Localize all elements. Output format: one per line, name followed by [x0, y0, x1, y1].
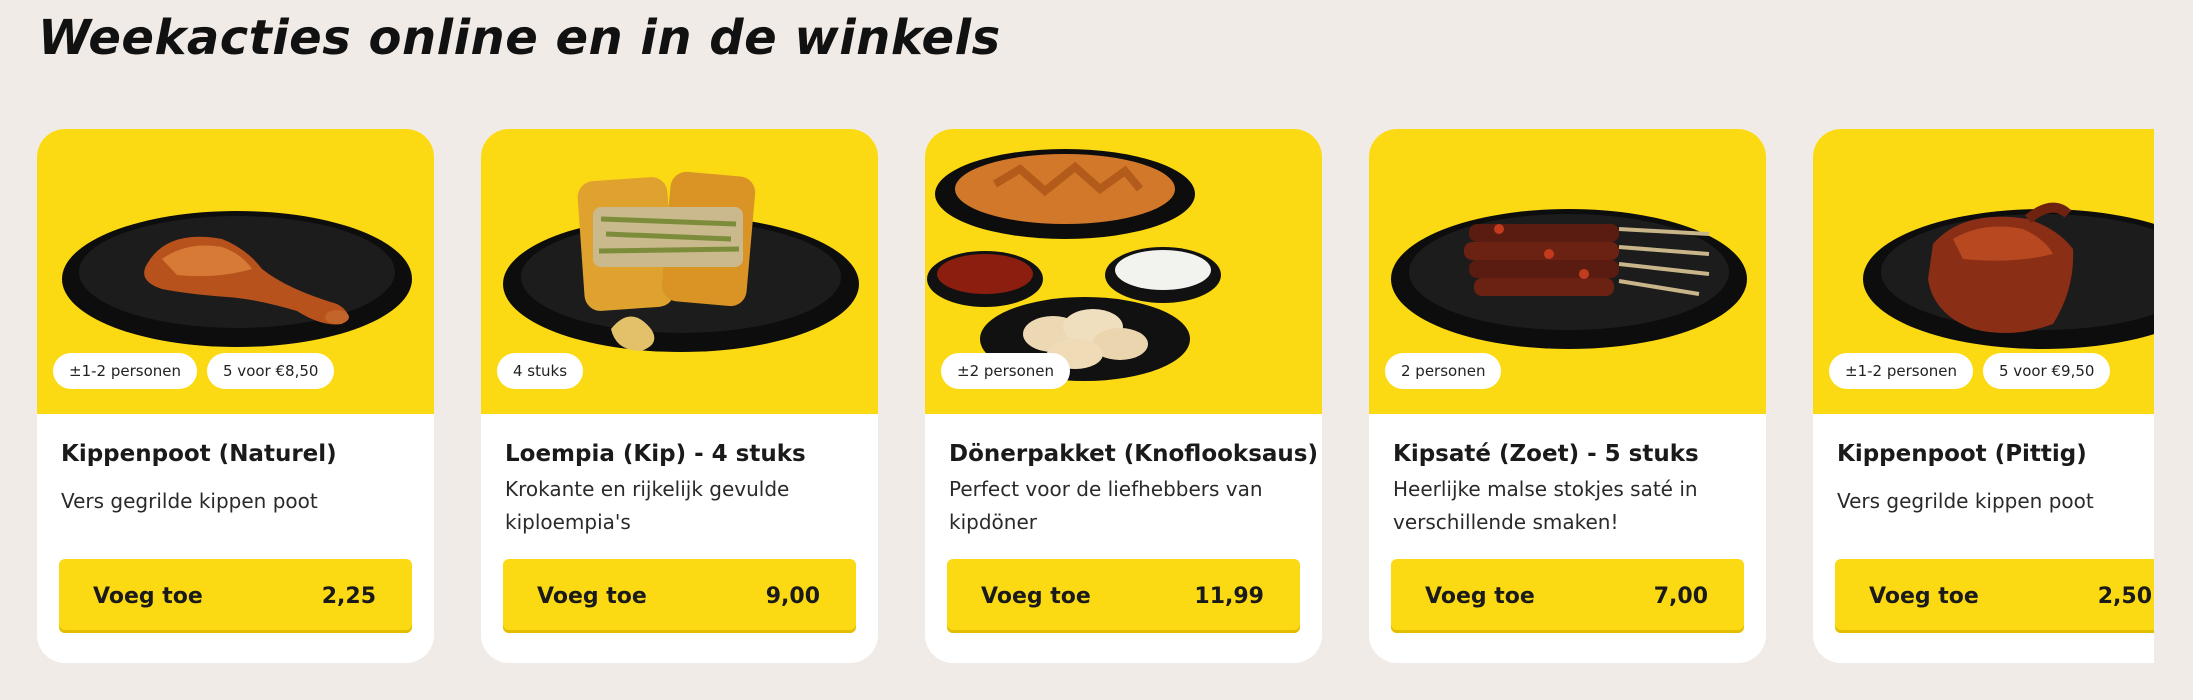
product-description: Vers gegrilde kippen poot — [61, 489, 318, 513]
product-title: Kippenpoot (Naturel) — [61, 441, 337, 467]
deal-badge: 5 voor €9,50 — [1983, 353, 2111, 389]
product-description: Perfect voor de liefhebbers van kipdöner — [949, 477, 1263, 534]
add-button-label: Voeg toe — [981, 583, 1091, 609]
product-card[interactable]: ±1-2 personen 5 voor €8,50 Kippenpoot (N… — [37, 129, 434, 663]
product-title: Kipsaté (Zoet) - 5 stuks — [1393, 441, 1699, 467]
product-image: ±2 personen — [925, 129, 1322, 414]
product-title: Loempia (Kip) - 4 stuks — [505, 441, 806, 467]
add-to-cart-button[interactable]: Voeg toe 2,25 — [59, 559, 412, 633]
serving-badge: 2 personen — [1385, 353, 1502, 389]
add-to-cart-button[interactable]: Voeg toe 2,50 — [1835, 559, 2154, 633]
product-card[interactable]: 2 personen Kipsaté (Zoet) - 5 stuks Heer… — [1369, 129, 1766, 663]
add-to-cart-button[interactable]: Voeg toe 7,00 — [1391, 559, 1744, 633]
price: 2,50 — [2097, 583, 2152, 609]
serving-badge: ±1-2 personen — [1829, 353, 1973, 389]
add-button-label: Voeg toe — [1425, 583, 1535, 609]
product-description: Krokante en rijkelijk gevulde kiploempia… — [505, 477, 790, 534]
product-card[interactable]: ±1-2 personen 5 voor €9,50 Kippenpoot (P… — [1813, 129, 2154, 663]
product-card[interactable]: 4 stuks Loempia (Kip) - 4 stuks Krokante… — [481, 129, 878, 663]
add-to-cart-button[interactable]: Voeg toe 11,99 — [947, 559, 1300, 633]
add-button-label: Voeg toe — [537, 583, 647, 609]
add-button-label: Voeg toe — [1869, 583, 1979, 609]
serving-badge: ±1-2 personen — [53, 353, 197, 389]
section-title: Weekacties online en in de winkels — [38, 10, 1001, 66]
add-to-cart-button[interactable]: Voeg toe 9,00 — [503, 559, 856, 633]
product-title: Dönerpakket (Knoflooksaus) — [949, 441, 1319, 467]
product-image: 2 personen — [1369, 129, 1766, 414]
product-card[interactable]: ±2 personen Dönerpakket (Knoflooksaus) P… — [925, 129, 1322, 663]
deal-badge: 5 voor €8,50 — [207, 353, 335, 389]
price: 7,00 — [1653, 583, 1708, 609]
product-description: Heerlijke malse stokjes saté in verschil… — [1393, 477, 1698, 534]
price: 9,00 — [765, 583, 820, 609]
product-carousel[interactable]: ±1-2 personen 5 voor €8,50 Kippenpoot (N… — [0, 129, 2154, 663]
product-description: Vers gegrilde kippen poot — [1837, 489, 2094, 513]
add-button-label: Voeg toe — [93, 583, 203, 609]
product-image: 4 stuks — [481, 129, 878, 414]
price: 2,25 — [321, 583, 376, 609]
product-title: Kippenpoot (Pittig) — [1837, 441, 2087, 467]
product-image: ±1-2 personen 5 voor €8,50 — [37, 129, 434, 414]
quantity-badge: 4 stuks — [497, 353, 584, 389]
price: 11,99 — [1194, 583, 1264, 609]
product-image: ±1-2 personen 5 voor €9,50 — [1813, 129, 2154, 414]
serving-badge: ±2 personen — [941, 353, 1071, 389]
